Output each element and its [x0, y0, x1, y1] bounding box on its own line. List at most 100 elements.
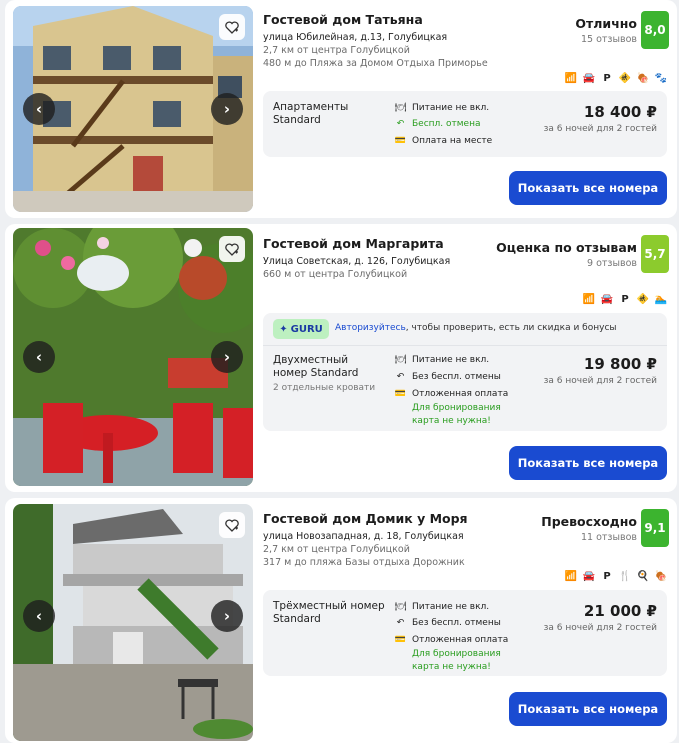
rating-label: Отлично [575, 16, 637, 31]
rating-score: 9,1 [641, 509, 669, 547]
photo-next-button[interactable]: › [211, 93, 243, 125]
cancel-info: ↶ Беспл. отмена [395, 118, 481, 129]
restaurant-icon: 🍴 [618, 570, 632, 582]
promo-text: Авторизуйтесь, чтобы проверить, есть ли … [335, 323, 617, 333]
room-type: Апартаменты Standard [273, 101, 348, 127]
photo-prev-button[interactable]: ‹ [23, 93, 55, 125]
payment-info: 💳 Отложенная оплата [395, 388, 508, 399]
divider [263, 345, 667, 346]
cancel-text: Беспл. отмена [412, 118, 481, 129]
parking-car-icon: 🚘 [582, 72, 596, 84]
cancel-text: Без беспл. отмены [412, 617, 501, 628]
photo-prev-button[interactable]: ‹ [23, 600, 55, 632]
show-rooms-button[interactable]: Показать все номера [509, 171, 667, 205]
login-link[interactable]: Авторизуйтесь [335, 323, 406, 333]
undo-icon: ↶ [396, 371, 405, 382]
card-note-line: карта не нужна! [412, 416, 491, 426]
reviews-count[interactable]: 9 отзывов [587, 258, 637, 269]
price-note: за 6 ночей для 2 гостей [543, 124, 657, 134]
room-type: Трёхместный номер Standard [273, 600, 385, 626]
payment-text: Отложенная оплата [412, 634, 509, 645]
pool-icon: 🏊 [654, 293, 668, 305]
amenities: 📶 🚘 P 🚸 🍖 🐾 [565, 72, 667, 84]
room-line: Двухместный [273, 354, 349, 366]
meal-text: Питание не вкл. [412, 354, 490, 365]
price: 19 800 ₽ [583, 355, 657, 373]
rating-label: Оценка по отзывам [496, 240, 637, 255]
reviews-count[interactable]: 15 отзывов [581, 34, 637, 45]
offer-box: Апартаменты Standard 🍽 Питание не вкл. ↶ Б… [263, 91, 667, 157]
guru-label: GURU [290, 323, 323, 335]
rating-label: Превосходно [541, 514, 637, 529]
meal-info: 🍽 Питание не вкл. [395, 354, 489, 365]
parking-car-icon: 🚘 [582, 570, 596, 582]
payment-info: 💳 Оплата на месте [395, 135, 492, 146]
cancel-text: Без беспл. отмены [412, 371, 501, 382]
card-note-line: Для бронирования [412, 649, 501, 659]
parking-car-icon: 🚘 [600, 293, 614, 305]
hotel-card: ‹ › Гостевой дом Домик у Моря улица Ново… [5, 498, 677, 743]
amenities: 📶 🚘 P 🚸 🏊 [583, 293, 667, 305]
distance-center: 2,7 км от центра Голубицкой [263, 544, 410, 555]
cancel-info: ↶ Без беспл. отмены [395, 617, 501, 628]
favorite-button[interactable] [219, 236, 245, 262]
favorite-button[interactable] [219, 14, 245, 40]
rating-score: 5,7 [641, 235, 669, 273]
payment-text: Отложенная оплата [412, 388, 509, 399]
room-line: Апартаменты [273, 101, 349, 113]
cancel-info: ↶ Без беспл. отмены [395, 371, 501, 382]
price-note: за 6 ночей для 2 гостей [543, 376, 657, 386]
bbq-icon: 🍖 [654, 570, 668, 582]
show-rooms-button[interactable]: Показать все номера [509, 692, 667, 726]
meal-text: Питание не вкл. [412, 102, 490, 113]
distance-center: 2,7 км от центра Голубицкой [263, 45, 410, 56]
undo-icon: ↶ [396, 118, 405, 129]
hotel-photo[interactable]: ‹ › [13, 504, 253, 741]
amenities: 📶 🚘 P 🍴 🍳 🍖 [565, 570, 667, 582]
parking-p-icon: P [621, 293, 629, 305]
wallet-icon: 💳 [394, 634, 407, 645]
reviews-count[interactable]: 11 отзывов [581, 532, 637, 543]
price-note: за 6 ночей для 2 гостей [543, 623, 657, 633]
distance-beach: 480 м до Пляжа за Домом Отдыха Приморье [263, 58, 488, 69]
offer-box: Трёхместный номер Standard 🍽 Питание не в… [263, 590, 667, 676]
meal-text: Питание не вкл. [412, 601, 490, 612]
room-line: Трёхместный номер [273, 600, 385, 612]
meal-icon: 🍽 [394, 354, 407, 365]
hotel-card: ‹ › Гостевой дом Татьяна улица Юбилейная… [5, 0, 677, 218]
wifi-icon: 📶 [564, 570, 578, 582]
photo-prev-button[interactable]: ‹ [23, 341, 55, 373]
favorite-button[interactable] [219, 512, 245, 538]
meal-icon: 🍽 [394, 102, 407, 113]
room-type: Двухместный номер Standard [273, 354, 358, 380]
parking-p-icon: P [603, 570, 611, 582]
meal-icon: 🍽 [394, 601, 407, 612]
photo-next-button[interactable]: › [211, 600, 243, 632]
hotel-name[interactable]: Гостевой дом Татьяна [263, 12, 423, 27]
distance-beach: 317 м до пляжа Базы отдыха Дорожник [263, 557, 465, 568]
wallet-icon: 💳 [394, 388, 407, 399]
hotel-address: улица Юбилейная, д.13, Голубицкая [263, 32, 448, 43]
offer-box: ✦ GURU Авторизуйтесь, чтобы проверить, ес… [263, 313, 667, 431]
hotel-name[interactable]: Гостевой дом Домик у Моря [263, 511, 468, 526]
guru-badge: ✦ GURU [273, 319, 329, 339]
price: 18 400 ₽ [583, 103, 657, 121]
wifi-icon: 📶 [582, 293, 596, 305]
star-icon: ✦ [279, 323, 288, 335]
meal-info: 🍽 Питание не вкл. [395, 102, 489, 113]
payment-text: Оплата на месте [412, 135, 493, 146]
card-note-line: Для бронирования [412, 403, 501, 413]
kids-icon: 🚸 [618, 72, 632, 84]
hotel-photo[interactable]: ‹ › [13, 6, 253, 212]
wallet-icon: 💳 [394, 135, 407, 146]
room-line: Standard [273, 114, 321, 126]
show-rooms-button[interactable]: Показать все номера [509, 446, 667, 480]
undo-icon: ↶ [396, 617, 405, 628]
parking-p-icon: P [603, 72, 611, 84]
rating-score: 8,0 [641, 11, 669, 49]
room-line: Standard [273, 613, 321, 625]
photo-next-button[interactable]: › [211, 341, 243, 373]
hotel-photo[interactable]: ‹ › [13, 228, 253, 486]
heart-plus-icon [225, 242, 239, 256]
hotel-name[interactable]: Гостевой дом Маргарита [263, 236, 444, 251]
